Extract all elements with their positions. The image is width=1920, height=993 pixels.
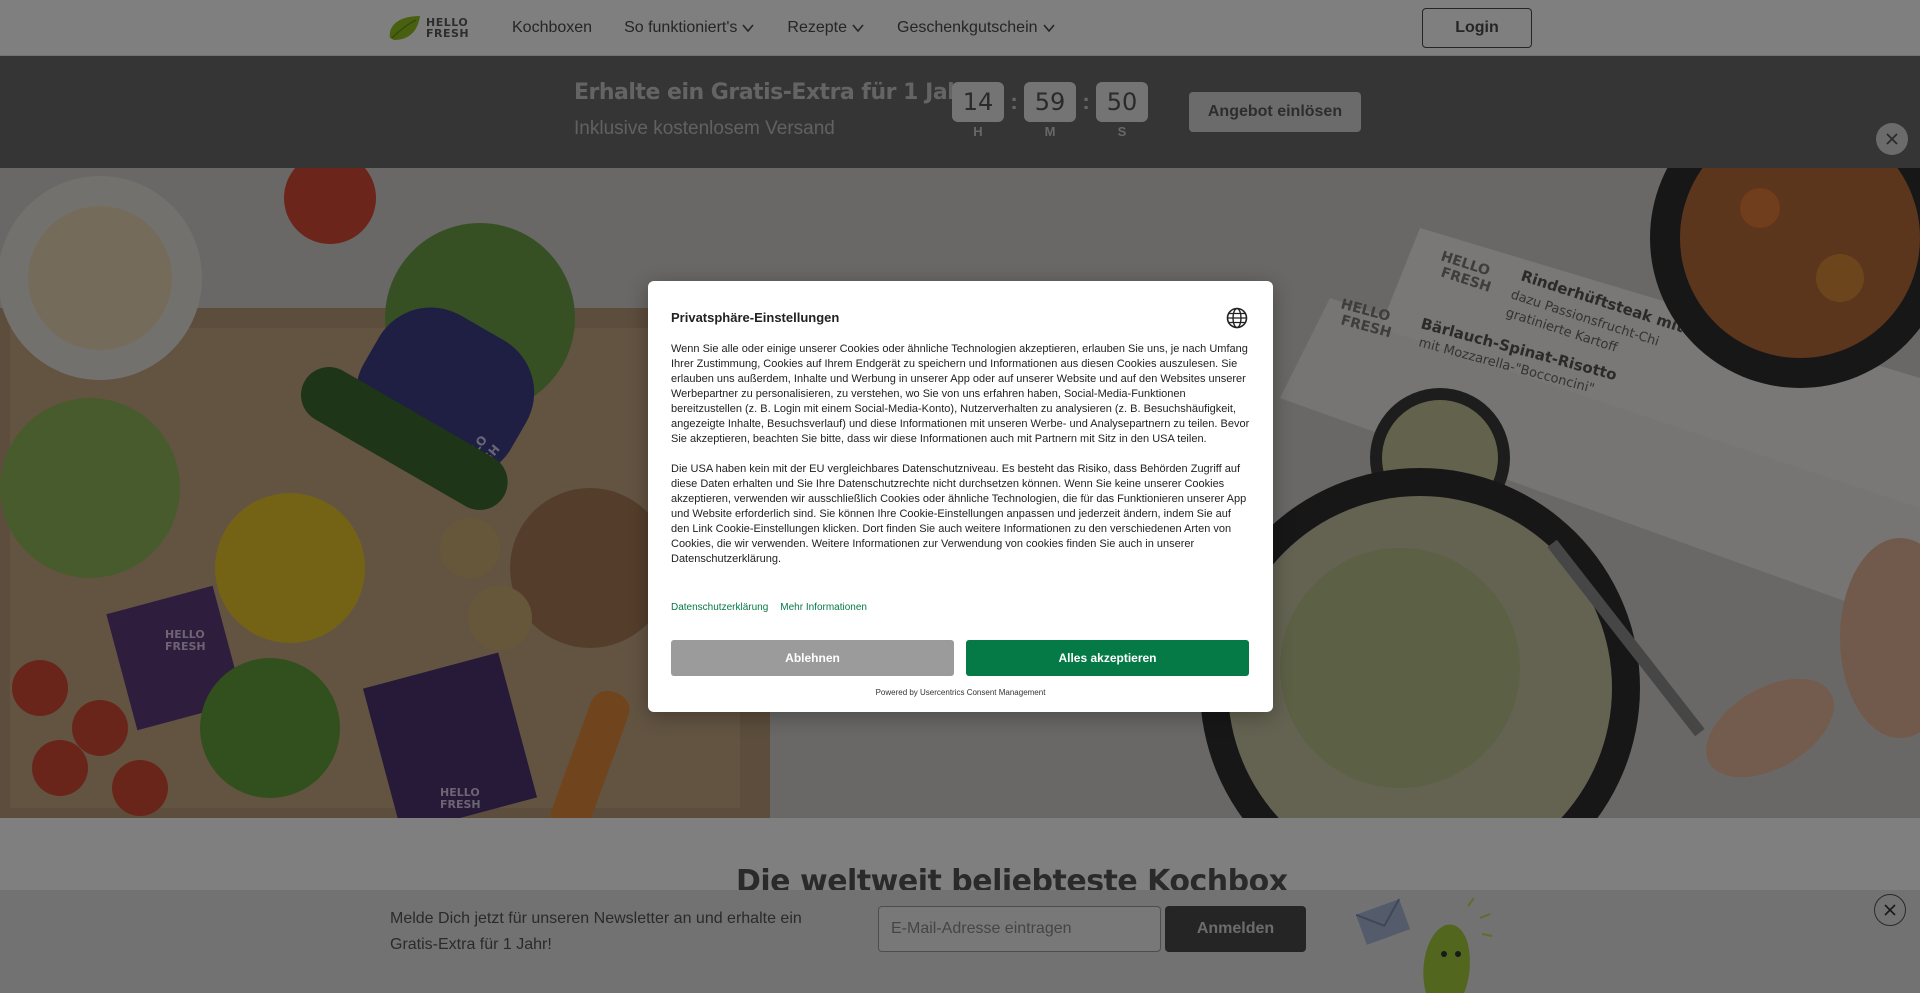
consent-links: Datenschutzerklärung Mehr Informationen — [671, 602, 867, 613]
cookie-consent-dialog: Privatsphäre-Einstellungen Wenn Sie alle… — [648, 281, 1273, 712]
globe-icon[interactable] — [1226, 307, 1248, 329]
consent-title: Privatsphäre-Einstellungen — [671, 310, 840, 325]
more-info-link[interactable]: Mehr Informationen — [780, 602, 867, 613]
consent-paragraph: Wenn Sie alle oder einige unserer Cookie… — [671, 343, 1250, 445]
decline-button[interactable]: Ablehnen — [671, 640, 954, 676]
accept-all-button[interactable]: Alles akzeptieren — [966, 640, 1249, 676]
privacy-policy-link[interactable]: Datenschutzerklärung — [671, 602, 768, 613]
consent-body: Wenn Sie alle oder einige unserer Cookie… — [671, 342, 1251, 582]
consent-paragraph: Die USA haben kein mit der EU vergleichb… — [671, 463, 1247, 565]
powered-by-text: Powered by Usercentrics Consent Manageme… — [875, 688, 1046, 697]
